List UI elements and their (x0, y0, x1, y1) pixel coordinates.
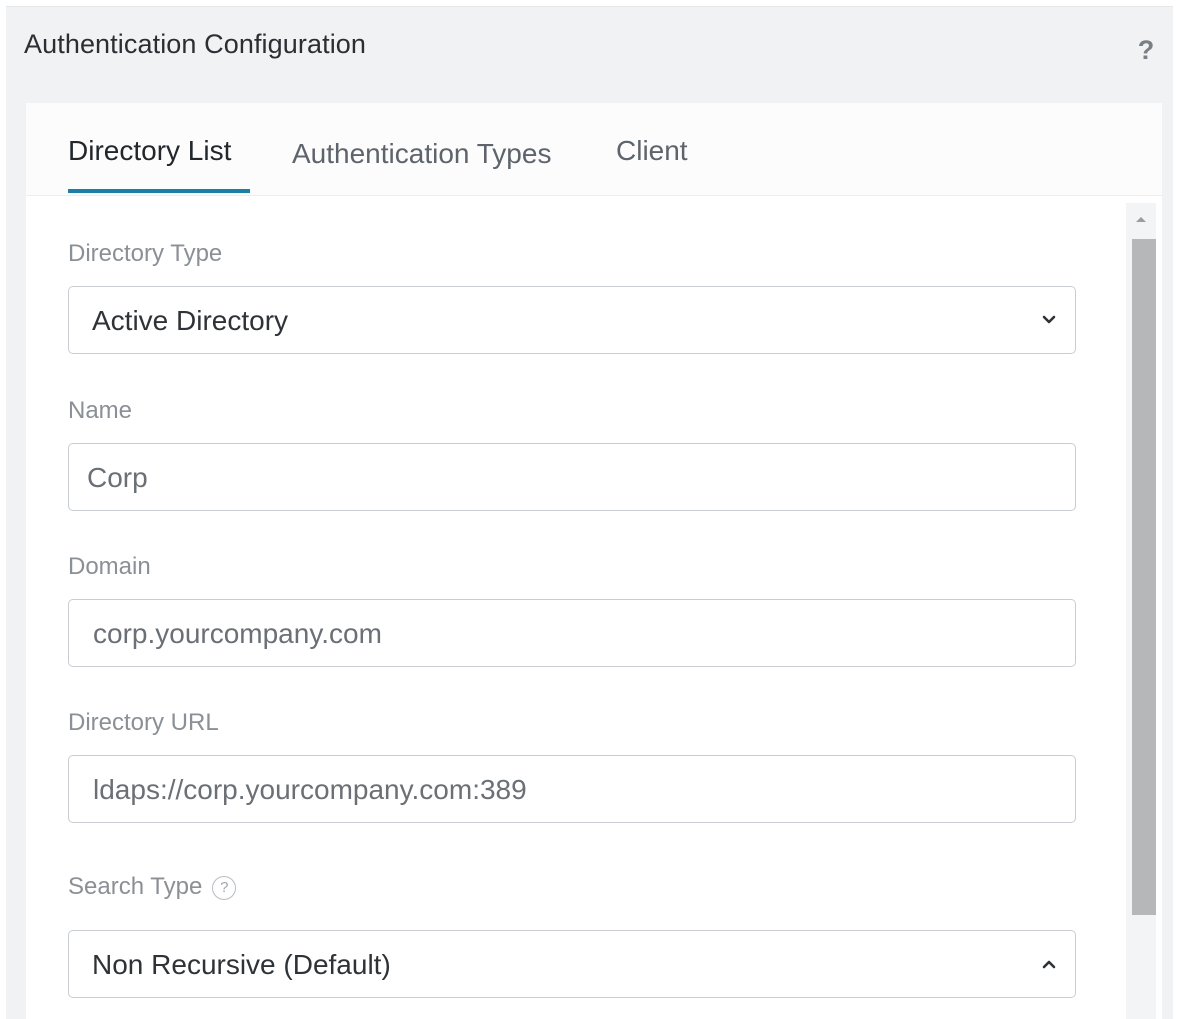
tab-bar: Directory List Authentication Types Clie… (26, 103, 1162, 196)
directory-url-value: ldaps://corp.yourcompany.com:389 (93, 774, 527, 805)
name-input[interactable]: Corp (68, 443, 1076, 511)
tab-authentication-types[interactable]: Authentication Types (292, 138, 551, 170)
domain-value: corp.yourcompany.com (93, 618, 382, 649)
directory-type-select[interactable]: Active Directory (68, 286, 1076, 354)
chevron-up-icon (1042, 960, 1056, 969)
scrollbar-thumb[interactable] (1132, 239, 1156, 915)
name-label: Name (68, 397, 133, 424)
search-type-label-text: Search Type (68, 873, 203, 900)
chevron-down-icon (1042, 315, 1056, 324)
directory-type-label: Directory Type (68, 240, 223, 267)
domain-label: Domain (68, 553, 151, 580)
tab-client[interactable]: Client (616, 135, 688, 167)
help-icon[interactable]: ? (1133, 35, 1159, 65)
auth-config-panel: Authentication Configuration ? Directory… (6, 6, 1173, 1019)
directory-url-input[interactable]: ldaps://corp.yourcompany.com:389 (68, 755, 1076, 823)
tab-directory-list[interactable]: Directory List (68, 135, 231, 167)
panel-title: Authentication Configuration (24, 29, 367, 59)
config-card: Directory List Authentication Types Clie… (26, 103, 1162, 1019)
vertical-scrollbar[interactable] (1126, 203, 1156, 1019)
search-type-select[interactable]: Non Recursive (Default) (68, 930, 1076, 998)
search-type-label: Search Type? (68, 873, 237, 901)
search-type-help-icon[interactable]: ? (212, 876, 237, 900)
search-type-value: Non Recursive (Default) (92, 949, 391, 980)
name-value: Corp (87, 462, 148, 493)
directory-url-label: Directory URL (68, 709, 219, 736)
domain-input[interactable]: corp.yourcompany.com (68, 599, 1076, 667)
active-tab-indicator (68, 189, 250, 193)
scroll-up-arrow-icon[interactable] (1133, 213, 1149, 225)
directory-type-value: Active Directory (92, 305, 289, 336)
